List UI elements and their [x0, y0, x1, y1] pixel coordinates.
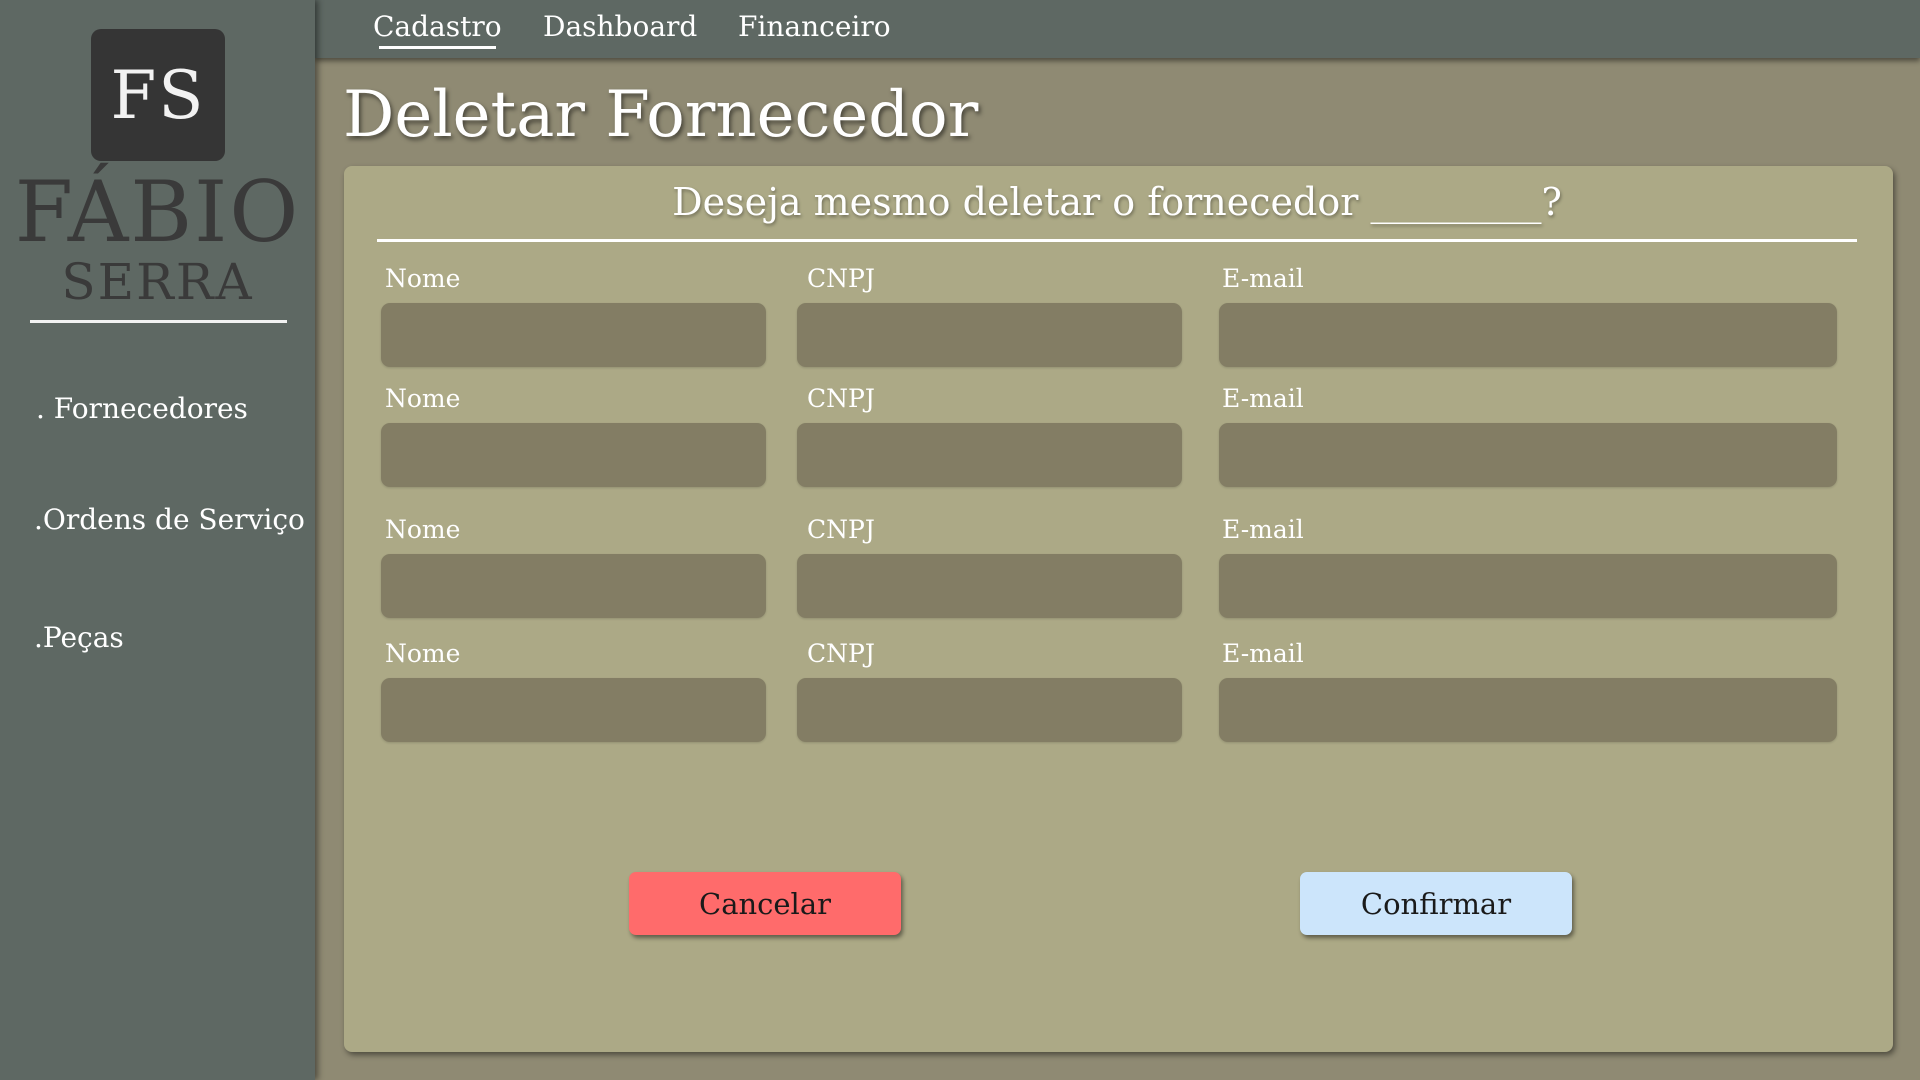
top-navigation: Cadastro Dashboard Financeiro — [315, 0, 1920, 58]
email-field[interactable] — [1219, 554, 1837, 618]
sidebar-item-ordens-de-servico[interactable]: .Ordens de Serviço — [34, 503, 305, 536]
cnpj-field[interactable] — [797, 423, 1182, 487]
confirmation-question: Deseja mesmo deletar o fornecedor ______… — [672, 180, 1562, 224]
tab-dashboard[interactable]: Dashboard — [543, 10, 697, 43]
delete-supplier-card: Deseja mesmo deletar o fornecedor ______… — [344, 166, 1893, 1052]
confirm-button[interactable]: Confirmar — [1300, 872, 1572, 935]
cnpj-field[interactable] — [797, 678, 1182, 742]
nome-label: Nome — [385, 384, 461, 413]
email-field[interactable] — [1219, 303, 1837, 367]
cancel-button[interactable]: Cancelar — [629, 872, 901, 935]
logo: FS — [91, 29, 225, 161]
brand-name: FÁBIO — [14, 163, 301, 261]
sidebar-item-fornecedores[interactable]: . Fornecedores — [36, 392, 248, 425]
cnpj-field[interactable] — [797, 554, 1182, 618]
tab-financeiro[interactable]: Financeiro — [738, 10, 891, 43]
email-label: E-mail — [1222, 515, 1304, 544]
cnpj-label: CNPJ — [807, 515, 875, 544]
email-field[interactable] — [1219, 423, 1837, 487]
question-divider — [377, 239, 1857, 242]
email-field[interactable] — [1219, 678, 1837, 742]
nome-field[interactable] — [381, 303, 766, 367]
email-label: E-mail — [1222, 264, 1304, 293]
cnpj-label: CNPJ — [807, 384, 875, 413]
cnpj-label: CNPJ — [807, 639, 875, 668]
nome-label: Nome — [385, 515, 461, 544]
sidebar-item-pecas[interactable]: .Peças — [34, 621, 124, 654]
nome-label: Nome — [385, 639, 461, 668]
brand-divider — [30, 320, 287, 323]
email-label: E-mail — [1222, 639, 1304, 668]
cnpj-label: CNPJ — [807, 264, 875, 293]
nome-field[interactable] — [381, 554, 766, 618]
nome-field[interactable] — [381, 678, 766, 742]
email-label: E-mail — [1222, 384, 1304, 413]
nome-label: Nome — [385, 264, 461, 293]
logo-initials: FS — [110, 56, 206, 134]
tab-cadastro[interactable]: Cadastro — [373, 10, 502, 49]
brand-subtitle: SERRA — [61, 253, 254, 311]
cnpj-field[interactable] — [797, 303, 1182, 367]
nome-field[interactable] — [381, 423, 766, 487]
sidebar: FS FÁBIO SERRA . Fornecedores .Ordens de… — [0, 0, 315, 1080]
page-title: Deletar Fornecedor — [343, 78, 979, 152]
